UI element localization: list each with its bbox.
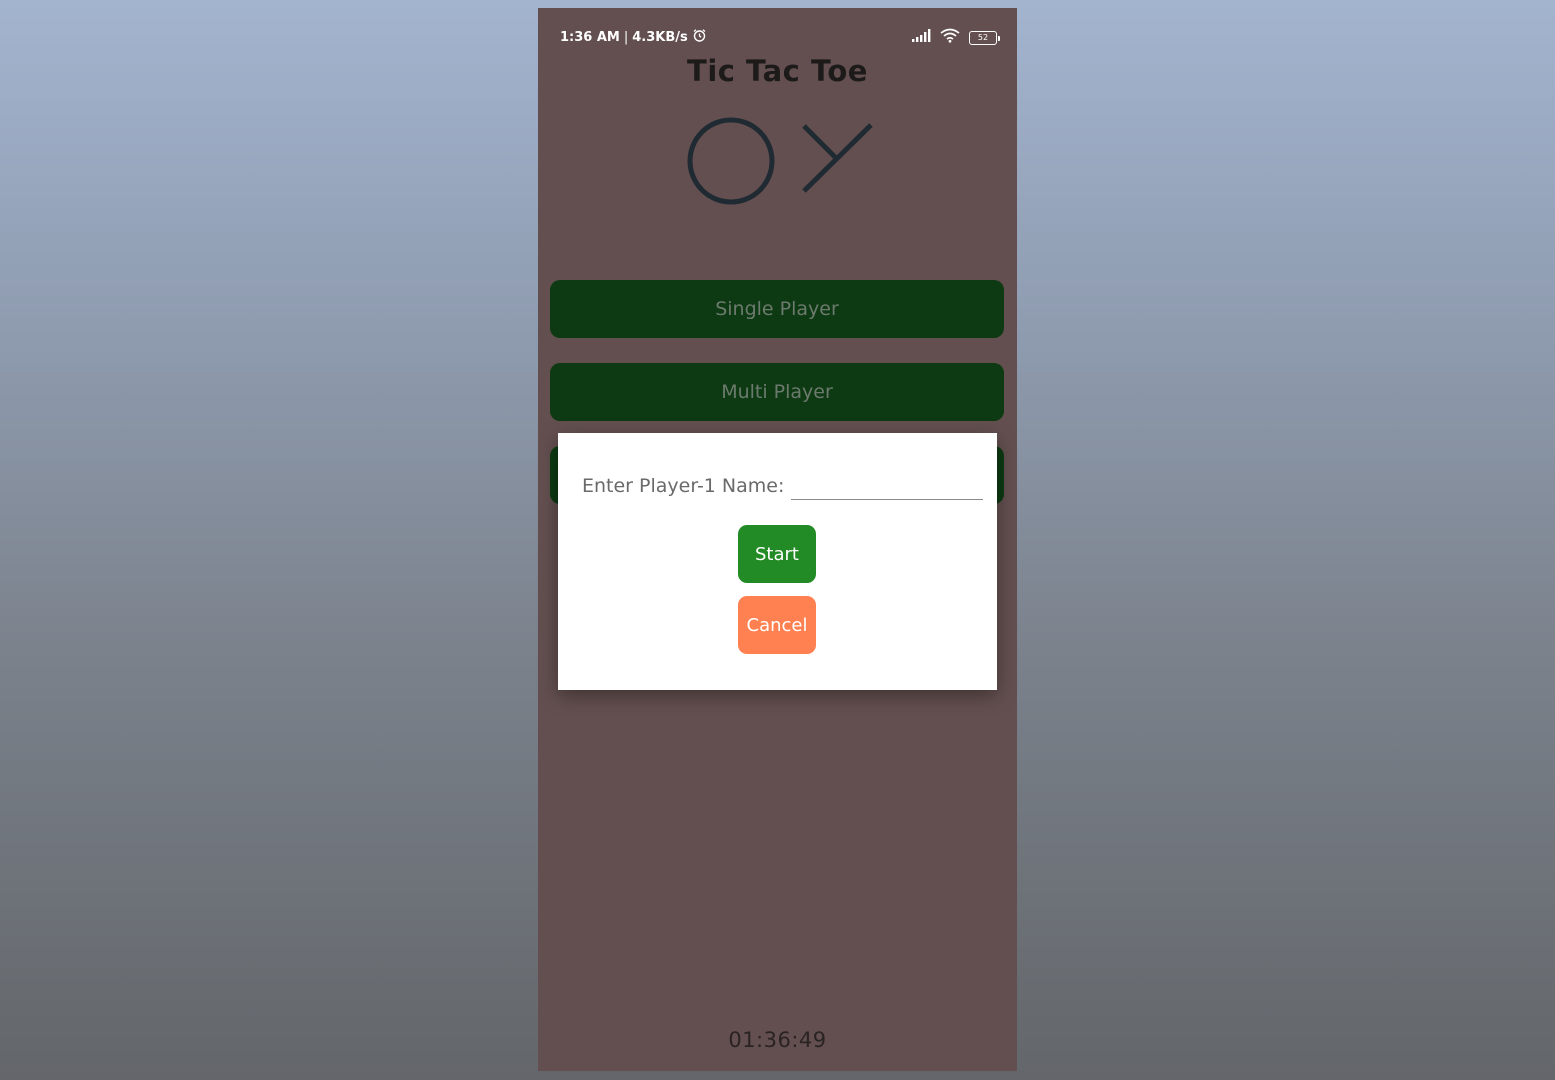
x-mark-icon [802,123,873,193]
wifi-icon [940,28,960,47]
start-button[interactable]: Start [738,525,816,583]
network-speed: 4.3KB/s [632,30,688,45]
single-player-button[interactable]: Single Player [550,280,1004,338]
multi-player-button[interactable]: Multi Player [550,363,1004,421]
player-name-label: Enter Player-1 Name: [582,475,785,497]
prompt-row: Enter Player-1 Name: [582,471,984,500]
status-time: 1:36 AM [560,30,620,45]
status-right: 52 [912,28,1000,47]
clock-display: 01:36:49 [728,1028,827,1052]
player-name-dialog: Enter Player-1 Name: Start Cancel [558,433,997,690]
status-separator: | [623,30,629,45]
alarm-clock-icon [692,28,707,47]
player-name-input[interactable] [791,471,984,500]
battery-icon: 52 [969,30,1000,45]
app-title: Tic Tac Toe [687,54,868,88]
app-logo [683,112,883,216]
circle-o-icon [687,117,775,205]
cellular-signal-icon [912,29,931,46]
cancel-button[interactable]: Cancel [738,596,816,654]
status-left: 1:36 AM | 4.3KB/s [560,28,707,47]
